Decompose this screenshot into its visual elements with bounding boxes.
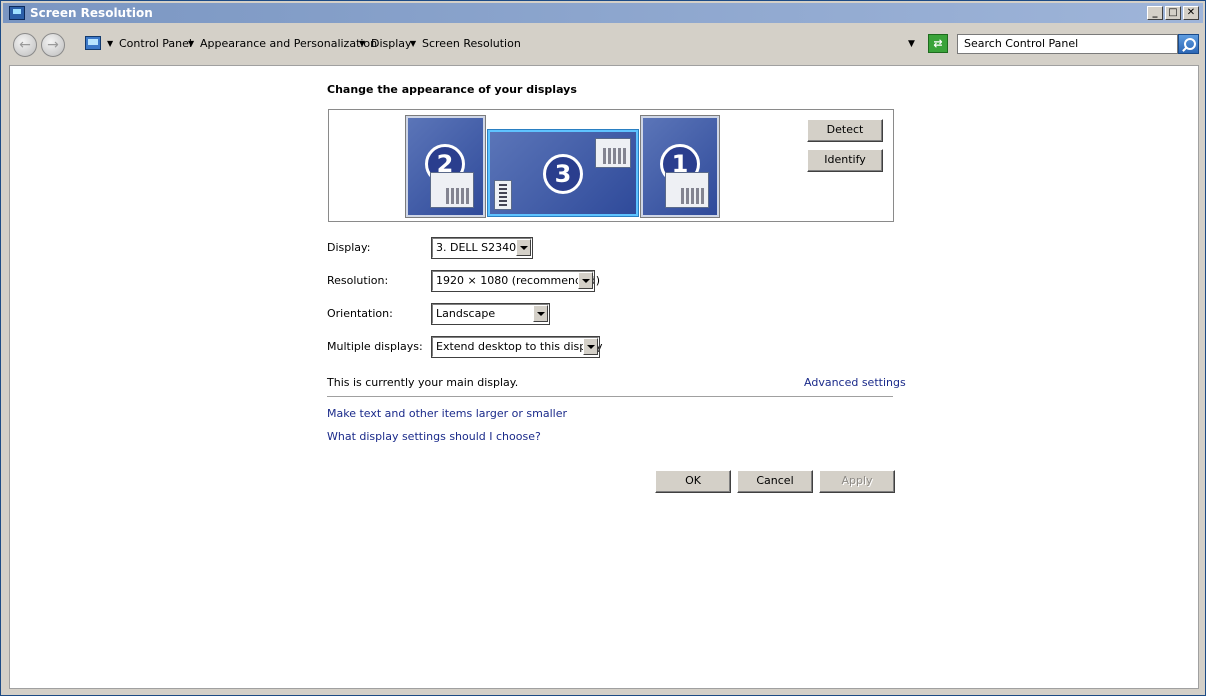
orientation-select-value: Landscape bbox=[436, 307, 496, 320]
advanced-settings-link[interactable]: Advanced settings bbox=[804, 376, 906, 389]
chevron-down-icon[interactable] bbox=[578, 272, 593, 289]
forward-button[interactable]: → bbox=[41, 33, 65, 57]
breadcrumb-screen-resolution[interactable]: Screen Resolution bbox=[422, 37, 521, 50]
identify-button[interactable]: Identify bbox=[807, 149, 883, 172]
search-input[interactable]: Search Control Panel bbox=[957, 34, 1178, 54]
monitor-3[interactable]: 3 bbox=[487, 129, 639, 217]
page-title: Change the appearance of your displays bbox=[327, 83, 577, 96]
breadcrumb-appearance[interactable]: Appearance and Personalization bbox=[200, 37, 377, 50]
chevron-down-icon[interactable]: ▼ bbox=[188, 39, 194, 48]
detect-button[interactable]: Detect bbox=[807, 119, 883, 142]
refresh-icon: ⇄ bbox=[933, 37, 943, 50]
title-bar: Screen Resolution _ □ ✕ bbox=[3, 3, 1203, 23]
window-thumbnail-icon bbox=[595, 138, 631, 168]
navigation-toolbar: ← → ▼ Control Panel ▼ Appearance and Per… bbox=[3, 25, 1203, 65]
divider bbox=[327, 396, 893, 397]
screen-resolution-window: Screen Resolution _ □ ✕ ← → ▼ Control Pa… bbox=[0, 0, 1206, 696]
control-panel-icon bbox=[85, 36, 101, 50]
resolution-select-value: 1920 × 1080 (recommended) bbox=[436, 274, 601, 287]
chevron-down-icon[interactable] bbox=[533, 305, 548, 322]
refresh-button[interactable]: ⇄ bbox=[928, 34, 948, 53]
chevron-down-icon[interactable]: ▼ bbox=[359, 39, 365, 48]
display-select-value: 3. DELL S2340M bbox=[436, 241, 526, 254]
monitor-1[interactable]: 1 bbox=[640, 115, 720, 218]
apply-button[interactable]: Apply bbox=[819, 470, 895, 493]
main-display-note: This is currently your main display. bbox=[327, 376, 519, 389]
window-thumbnail-icon bbox=[665, 172, 709, 208]
chevron-down-icon[interactable] bbox=[583, 338, 598, 355]
minimize-button[interactable]: _ bbox=[1147, 6, 1163, 20]
breadcrumb-control-panel[interactable]: Control Panel bbox=[119, 37, 192, 50]
ok-button[interactable]: OK bbox=[655, 470, 731, 493]
search-icon[interactable] bbox=[1178, 34, 1199, 54]
back-button[interactable]: ← bbox=[13, 33, 37, 57]
forward-arrow-icon: → bbox=[47, 37, 59, 53]
maximize-button[interactable]: □ bbox=[1165, 6, 1181, 20]
cancel-button[interactable]: Cancel bbox=[737, 470, 813, 493]
display-label: Display: bbox=[327, 241, 371, 254]
display-preview: 2 3 1 Detect Identify bbox=[328, 109, 894, 222]
chevron-down-icon[interactable]: ▼ bbox=[107, 39, 113, 48]
monitor-2[interactable]: 2 bbox=[405, 115, 486, 218]
back-arrow-icon: ← bbox=[19, 37, 31, 53]
display-app-icon bbox=[9, 6, 25, 20]
breadcrumb-display[interactable]: Display bbox=[371, 37, 412, 50]
display-select[interactable]: 3. DELL S2340M bbox=[431, 237, 533, 259]
orientation-label: Orientation: bbox=[327, 307, 393, 320]
main-content: Change the appearance of your displays 2… bbox=[9, 65, 1199, 689]
multiple-displays-select-value: Extend desktop to this display bbox=[436, 340, 603, 353]
chevron-down-icon[interactable] bbox=[516, 239, 531, 256]
resolution-label: Resolution: bbox=[327, 274, 389, 287]
chevron-down-icon[interactable]: ▼ bbox=[410, 39, 416, 48]
computer-tower-icon bbox=[494, 180, 512, 210]
text-size-link[interactable]: Make text and other items larger or smal… bbox=[327, 407, 567, 420]
window-title: Screen Resolution bbox=[30, 6, 153, 20]
multiple-displays-select[interactable]: Extend desktop to this display bbox=[431, 336, 603, 358]
monitor-number: 3 bbox=[543, 154, 583, 194]
window-thumbnail-icon bbox=[430, 172, 474, 208]
orientation-select[interactable]: Landscape bbox=[431, 303, 550, 325]
close-button[interactable]: ✕ bbox=[1183, 6, 1199, 20]
address-bar[interactable]: ▼ Control Panel ▼ Appearance and Persona… bbox=[82, 33, 922, 55]
address-dropdown-icon[interactable]: ▼ bbox=[908, 39, 915, 49]
resolution-select[interactable]: 1920 × 1080 (recommended) bbox=[431, 270, 600, 292]
display-help-link[interactable]: What display settings should I choose? bbox=[327, 430, 541, 443]
multiple-displays-label: Multiple displays: bbox=[327, 340, 423, 353]
